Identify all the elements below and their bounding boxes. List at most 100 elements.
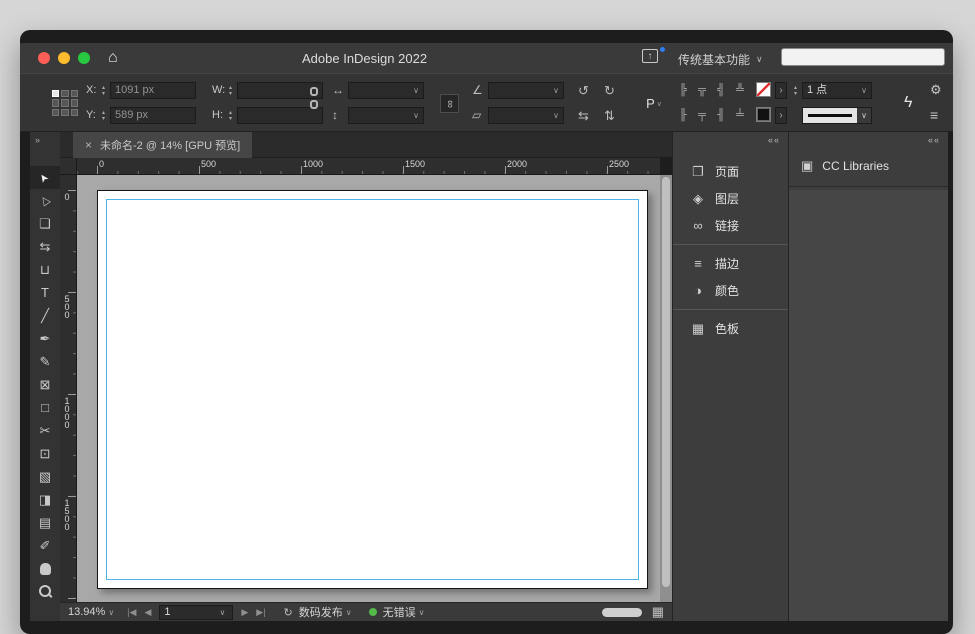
pages-grid-icon[interactable]: ▦ <box>652 604 664 620</box>
rotate-cw-icon[interactable]: ↻ <box>604 82 615 99</box>
type-tool[interactable]: T <box>30 281 60 304</box>
cc-libraries-icon: ▣ <box>801 158 813 174</box>
flip-vertical-icon[interactable]: ⇅ <box>604 107 615 124</box>
page-tool-icon: ❏ <box>39 217 51 230</box>
zoom-level-value[interactable]: 13.94% <box>68 606 105 618</box>
stroke-weight-combo[interactable]: 1 点 ∨ <box>802 82 872 99</box>
zoom-window-button[interactable] <box>78 52 90 64</box>
fill-color-swatch[interactable] <box>756 107 771 122</box>
horizontal-ruler[interactable]: 05001000150020002500 <box>77 158 660 175</box>
shear-angle-combo[interactable]: ∨ <box>488 107 564 124</box>
x-field[interactable]: 1091 px <box>110 82 196 99</box>
pencil-tool[interactable]: ✎ <box>30 350 60 373</box>
close-icon[interactable]: × <box>85 138 92 152</box>
dock-item-stroke[interactable]: ≡描边 <box>673 250 788 277</box>
constrain-dimensions-icon[interactable] <box>310 87 320 109</box>
minimize-window-button[interactable] <box>58 52 70 64</box>
paragraph-style-button[interactable]: P ∨ <box>642 94 666 113</box>
stroke-color-expand-button[interactable]: › <box>775 82 787 99</box>
dock-collapse-button[interactable]: «« <box>673 132 788 148</box>
vertical-ruler[interactable]: 050010001500 <box>60 175 77 602</box>
align-icon-r1-2[interactable]: ╦ <box>695 82 709 99</box>
stroke-weight-stepper[interactable]: ▴▾ <box>791 82 800 99</box>
gear-icon[interactable]: ⚙ <box>930 82 942 98</box>
preflight-status-label[interactable]: 无错误 <box>383 604 416 620</box>
eyedropper-tool[interactable]: ✐ <box>30 534 60 557</box>
tools-panel-expand-button[interactable]: » <box>30 132 60 148</box>
page-tool[interactable]: ❏ <box>30 212 60 235</box>
direct-selection-tool[interactable]: ▷ <box>30 189 60 212</box>
libraries-collapse-button[interactable]: «« <box>789 132 948 148</box>
frame-tool-icon: ⊠ <box>40 378 51 391</box>
tools-list: ➤▷ ❏ ⇆⊔T╱✒✎ ⊠ □✂⊡▧◨▤✐ <box>30 166 60 603</box>
gap-tool[interactable]: ⇆ <box>30 235 60 258</box>
frame-tool[interactable]: ⊠ <box>30 373 60 396</box>
close-window-button[interactable] <box>38 52 50 64</box>
align-icon-r2-3[interactable]: ╢ <box>714 107 728 124</box>
search-input[interactable] <box>781 48 945 66</box>
home-icon[interactable]: ⌂ <box>108 48 118 68</box>
chevron-down-icon: ∨ <box>553 83 559 98</box>
align-icon-r2-2[interactable]: ╤ <box>695 107 709 124</box>
pasteboard[interactable] <box>77 175 660 602</box>
fill-color-expand-button[interactable]: › <box>775 107 787 124</box>
x-stepper[interactable]: ▴▾ <box>99 82 108 99</box>
next-page-button[interactable]: ▶ <box>241 607 248 618</box>
line-tool[interactable]: ╱ <box>30 304 60 327</box>
dock-item-pages[interactable]: ❐页面 <box>673 158 788 185</box>
align-icon-r1-1[interactable]: ╠ <box>676 82 690 99</box>
align-icon-r1-3[interactable]: ╣ <box>714 82 728 99</box>
stroke-style-combo[interactable]: ∨ <box>802 107 872 124</box>
dock-item-links[interactable]: ∞链接 <box>673 212 788 239</box>
align-icon-r1-4[interactable]: ╩ <box>733 82 747 99</box>
vertical-scrollbar[interactable] <box>660 175 672 602</box>
quick-apply-icon[interactable]: ϟ <box>904 94 912 112</box>
scale-y-combo[interactable]: ∨ <box>348 107 424 124</box>
reference-point-proxy[interactable] <box>52 90 78 116</box>
scissors-tool[interactable]: ✂ <box>30 419 60 442</box>
y-field[interactable]: 589 px <box>110 107 196 124</box>
w-stepper[interactable]: ▴▾ <box>226 82 235 99</box>
h-stepper[interactable]: ▴▾ <box>226 107 235 124</box>
h-field[interactable] <box>237 107 323 124</box>
gradient-feather-tool[interactable]: ◨ <box>30 488 60 511</box>
rotation-angle-combo[interactable]: ∨ <box>488 82 564 99</box>
ruler-origin-corner[interactable] <box>60 158 77 175</box>
zoom-tool[interactable] <box>30 580 60 603</box>
horizontal-scrollbar-thumb[interactable] <box>602 608 642 617</box>
last-page-button[interactable]: ▶| <box>256 607 265 618</box>
workspace-switcher[interactable]: 传统基本功能 ∨ <box>678 51 763 68</box>
vertical-scrollbar-thumb[interactable] <box>662 177 670 587</box>
scale-y-icon: ↕ <box>332 107 338 124</box>
dock-item-color[interactable]: ◑颜色 <box>673 277 788 304</box>
constrain-scale-button[interactable]: ∞ <box>440 94 459 113</box>
page-number-combo[interactable]: 1 ∨ <box>159 605 233 620</box>
first-page-button[interactable]: |◀ <box>127 607 136 618</box>
hand-tool[interactable] <box>30 557 60 580</box>
previous-page-button[interactable]: ◀ <box>144 607 151 618</box>
panel-menu-icon[interactable]: ≡ <box>930 107 938 123</box>
free-transform-tool[interactable]: ⊡ <box>30 442 60 465</box>
preflight-profile-label[interactable]: 数码发布 <box>299 604 343 620</box>
dock-item-swatches[interactable]: ▦色板 <box>673 315 788 342</box>
gradient-tool[interactable]: ▧ <box>30 465 60 488</box>
align-icon-r2-4[interactable]: ╧ <box>733 107 747 124</box>
content-collector-tool[interactable]: ⊔ <box>30 258 60 281</box>
rectangle-tool[interactable]: □ <box>30 396 60 419</box>
align-icon-r2-1[interactable]: ╟ <box>676 107 690 124</box>
dock-item-layers[interactable]: ◈图层 <box>673 185 788 212</box>
note-tool[interactable]: ▤ <box>30 511 60 534</box>
hruler-label: 1000 <box>303 159 323 169</box>
pen-tool[interactable]: ✒ <box>30 327 60 350</box>
selection-tool[interactable]: ➤ <box>30 166 60 189</box>
document-page[interactable] <box>97 190 648 589</box>
cc-libraries-header[interactable]: ▣ CC Libraries <box>789 148 948 187</box>
document-tab[interactable]: × 未命名-2 @ 14% [GPU 预览] <box>73 132 252 158</box>
share-icon[interactable]: ↑ <box>642 49 658 63</box>
stroke-color-swatch[interactable] <box>756 82 771 97</box>
flip-horizontal-icon[interactable]: ⇆ <box>578 107 589 124</box>
scale-x-combo[interactable]: ∨ <box>348 82 424 99</box>
rotate-ccw-icon[interactable]: ↺ <box>578 82 589 99</box>
cc-libraries-body[interactable] <box>789 190 948 621</box>
y-stepper[interactable]: ▴▾ <box>99 107 108 124</box>
